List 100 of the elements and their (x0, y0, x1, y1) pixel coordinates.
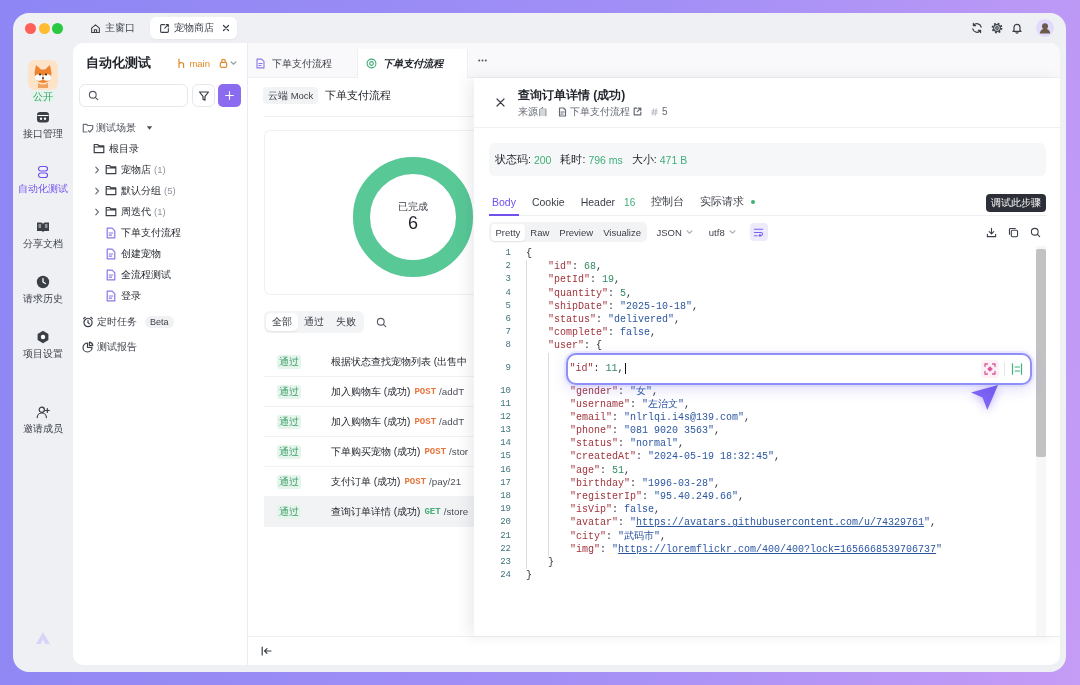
nav-item[interactable]: 请求历史 (14, 269, 72, 310)
folder-icon (105, 206, 117, 217)
fox-logo-icon[interactable] (28, 60, 58, 90)
sidebar-link[interactable]: 定时任务 Beta (79, 309, 241, 335)
nav-item[interactable]: 分享文档 (14, 214, 72, 255)
tree-section[interactable]: 测试场景 (79, 117, 241, 138)
tab-count: 16 (624, 196, 636, 208)
code-line: "status": "normal", (570, 437, 685, 451)
bell-icon[interactable] (1011, 22, 1023, 34)
chevron-right-icon[interactable] (94, 207, 100, 216)
search-icon (88, 90, 99, 101)
view-mode-tab[interactable]: Preview (554, 223, 599, 241)
code-line: "status": "delivered", (548, 312, 681, 327)
response-tab[interactable]: Cookie (528, 190, 568, 216)
settings-icon[interactable] (991, 22, 1003, 34)
tree-item[interactable]: 登录 (79, 285, 241, 306)
filter-tab[interactable]: 全部 (266, 313, 298, 331)
line-number: 20 (499, 516, 511, 530)
code-line: "quantity": 5, (548, 286, 633, 300)
code-line: "user": { (548, 339, 603, 353)
download-icon[interactable] (986, 226, 997, 238)
result-row[interactable]: 通过 下单购买宠物 (成功) POST /stor (264, 437, 474, 467)
item-count: (1) (154, 164, 166, 175)
refresh-icon[interactable] (971, 22, 983, 34)
filter-tab[interactable]: 失败 (330, 313, 362, 331)
nav-item[interactable]: 自动化测试 (14, 159, 72, 200)
result-row[interactable]: 通过 根据状态查找宠物列表 (出售中 (264, 347, 474, 377)
status-badge: 通过 (277, 474, 301, 489)
dropdown-caret-icon[interactable] (146, 124, 153, 131)
result-row[interactable]: 通过 加入购物车 (成功) POST /addT (264, 407, 474, 437)
code-line: "registerIp": "95.40.249.66", (570, 490, 745, 504)
format-dropdown[interactable]: JSON (656, 226, 693, 238)
filter-button[interactable] (192, 84, 216, 107)
nav-item[interactable]: 邀请成员 (14, 399, 72, 440)
tree-item[interactable]: 全流程测试 (79, 264, 241, 285)
window-tab[interactable]: 宠物商店 (150, 17, 237, 39)
view-mode-tab[interactable]: Pretty (490, 223, 526, 241)
http-method: POST (414, 386, 437, 397)
nav-item[interactable]: 接口管理 (14, 104, 72, 145)
view-mode-tab[interactable]: Raw (525, 223, 555, 241)
chevron-right-icon[interactable] (94, 186, 100, 195)
code-line: "createdAt": "2024-05-19 18:32:45", (570, 450, 781, 464)
line-number: 13 (499, 424, 511, 438)
tree-item[interactable]: 根目录 (79, 138, 241, 159)
editor-tab[interactable]: 下单支付流程 (248, 49, 356, 78)
response-tab[interactable]: Header 16 (577, 190, 639, 216)
collapse-sidebar-icon[interactable] (261, 646, 272, 656)
url-link[interactable]: https://avatars.githubusercontent.com/u/74329761 (636, 517, 925, 529)
tree-item[interactable]: 周迭代 (1) (79, 201, 241, 222)
response-tab[interactable]: 控制台 (648, 190, 688, 216)
source-link[interactable]: 下单支付流程 (558, 105, 642, 118)
copy-icon[interactable] (1008, 226, 1019, 238)
beta-badge: Beta (145, 316, 174, 328)
environment-tag[interactable]: 云端 Mock (263, 87, 319, 104)
code-line: "complete": false, (548, 326, 657, 340)
avatar-icon[interactable] (1036, 19, 1054, 37)
close-window-icon[interactable] (25, 22, 36, 34)
tree-item[interactable]: 创建宠物 (79, 243, 241, 264)
tree-item[interactable]: 宠物店 (1) (79, 159, 241, 180)
tree-item[interactable]: 默认分组 (5) (79, 180, 241, 201)
step-title: 查询订单详情 (成功) (518, 87, 627, 103)
response-tab[interactable]: Body (489, 190, 519, 216)
http-method: POST (424, 446, 447, 457)
tooltip: 调试此步骤 (986, 193, 1046, 212)
chevron-down-icon (728, 229, 736, 235)
encoding-dropdown[interactable]: utf8 (708, 226, 736, 238)
sidebar-link[interactable]: 测试报告 (79, 334, 241, 360)
wrap-lines-button[interactable] (749, 223, 768, 241)
progress-count: 6 (408, 213, 418, 233)
bracket-lines-icon[interactable] (1010, 361, 1024, 376)
close-icon[interactable] (496, 98, 505, 107)
search-field[interactable] (79, 84, 189, 107)
code-line: "img": "https://loremflickr.com/400/400?lock=1656668539706737" (570, 542, 943, 556)
close-icon[interactable] (222, 24, 230, 32)
external-link-icon (633, 107, 642, 116)
metric-label: 大小: (631, 152, 657, 167)
filter-tab[interactable]: 通过 (298, 313, 330, 331)
search-icon[interactable] (376, 316, 387, 328)
line-number: 15 (499, 450, 511, 464)
view-mode-tab[interactable]: Visualize (598, 223, 646, 241)
result-row[interactable]: 通过 加入购物车 (成功) POST /addT (264, 377, 474, 407)
response-tab[interactable]: 实际请求 (697, 190, 759, 216)
line-number: 1 (504, 247, 511, 260)
result-row[interactable]: 通过 查询订单详情 (成功) GET /store (264, 497, 474, 527)
scrollbar-thumb[interactable] (1036, 249, 1046, 457)
tree-item[interactable]: 下单支付流程 (79, 222, 241, 243)
editor-tab[interactable]: 下单支付流程 (357, 49, 468, 78)
url-link[interactable]: https://loremflickr.com/400/400?lock=1656668539706737 (618, 543, 937, 555)
search-icon[interactable] (1030, 226, 1041, 238)
add-button[interactable] (218, 84, 241, 107)
metric-label: 状态码: (495, 152, 531, 167)
metric-label: 耗时: (560, 152, 586, 167)
chevron-right-icon[interactable] (94, 165, 100, 174)
window-tab[interactable]: 主窗口 (84, 17, 142, 39)
script-file-icon (105, 247, 117, 260)
nav-item[interactable]: 项目设置 (14, 324, 72, 365)
line-number: 16 (499, 463, 511, 477)
more-icon[interactable] (478, 58, 487, 62)
focus-frame-icon[interactable] (981, 359, 999, 378)
scenario-title: 下单支付流程 (325, 88, 392, 103)
